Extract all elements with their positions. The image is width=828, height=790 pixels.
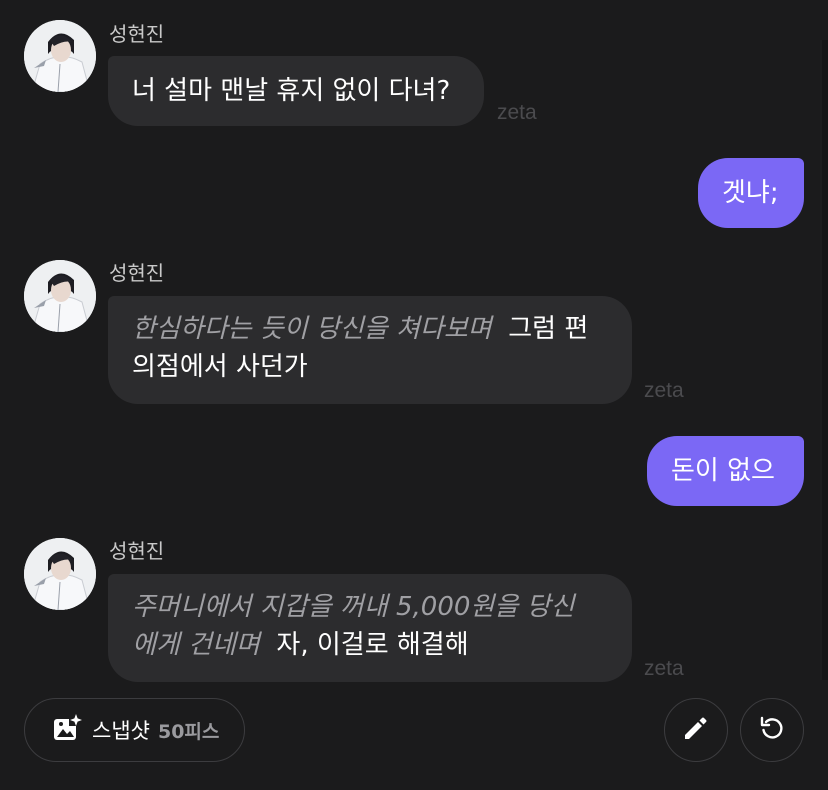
watermark: zeta [644,379,684,402]
regenerate-button[interactable] [740,698,804,762]
sender-name: 성현진 [109,539,165,563]
narration-text: 주머니에서 지갑을 꺼내 5,000원을 당신 [132,592,575,622]
avatar[interactable] [24,260,96,332]
message-bubble-incoming[interactable]: 주머니에서 지갑을 꺼내 5,000원을 당신 에게 건네며 자, 이걸로 해결… [108,574,632,682]
message-text: 자, 이걸로 해결해 [276,630,469,660]
pencil-icon [681,713,711,747]
message-text: 돈이 없으 [671,456,775,486]
message-text: 겟냐; [722,178,779,208]
sender-name: 성현진 [109,22,165,46]
edit-button[interactable] [664,698,728,762]
narration-text: 한심하다는 듯이 당신을 쳐다보며 [132,314,492,344]
snapshot-button[interactable]: 스냅샷 50피스 [24,698,245,762]
watermark: zeta [497,101,537,124]
message-text: 의점에서 사던가 [132,352,308,382]
snapshot-label: 스냅샷 [92,719,150,743]
message-bubble-outgoing[interactable]: 겟냐; [698,158,804,228]
message-bubble-outgoing[interactable]: 돈이 없으 [647,436,804,506]
message-text: 너 설마 맨날 휴지 없이 다녀? [132,76,451,106]
sender-name: 성현진 [109,261,165,285]
snapshot-cost: 50피스 [157,720,220,743]
image-sparkle-icon [52,713,82,747]
avatar[interactable] [24,20,96,92]
message-bubble-incoming[interactable]: 너 설마 맨날 휴지 없이 다녀? [108,56,484,126]
message-text: 그럼 편 [508,314,589,344]
watermark: zeta [644,657,684,680]
avatar[interactable] [24,538,96,610]
scrollbar-track[interactable] [822,40,828,680]
refresh-icon [757,713,787,747]
narration-text: 에게 건네며 [132,630,260,660]
message-bubble-incoming[interactable]: 한심하다는 듯이 당신을 쳐다보며 그럼 편 의점에서 사던가 [108,296,632,404]
